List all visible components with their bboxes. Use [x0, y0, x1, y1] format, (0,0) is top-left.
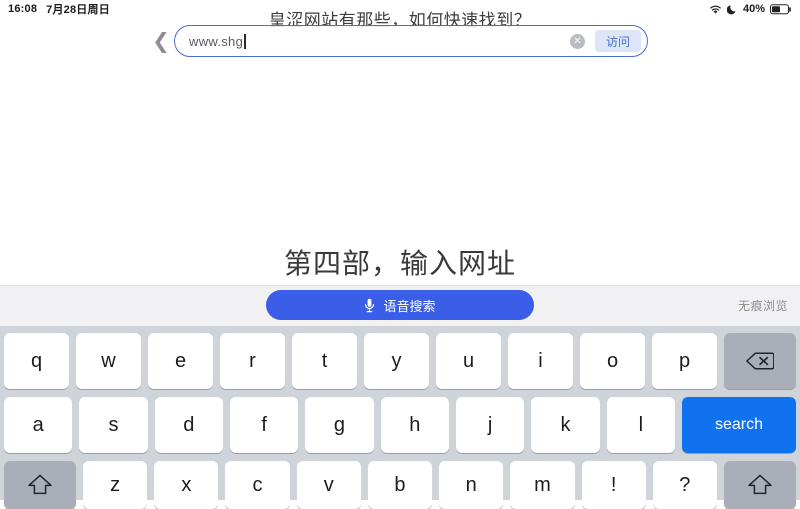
key-g[interactable]: g	[305, 397, 374, 453]
chevron-left-icon[interactable]: ❮	[148, 24, 174, 58]
key-question[interactable]: ?	[652, 461, 717, 509]
backspace-icon[interactable]	[724, 333, 796, 389]
key-a[interactable]: a	[4, 397, 73, 453]
shift-icon-right[interactable]	[723, 461, 796, 509]
clear-circle-icon[interactable]: ✕	[570, 33, 585, 49]
key-e[interactable]: e	[148, 333, 213, 389]
keyboard-row-3: z x c v b n m ! ?	[0, 453, 800, 509]
key-s[interactable]: s	[79, 397, 148, 453]
key-f[interactable]: f	[229, 397, 299, 453]
address-input-text-wrap[interactable]: www.shg	[189, 33, 570, 49]
status-bar: 16:08 7月28日周日 40%	[0, 0, 800, 18]
address-input-value: www.shg	[189, 33, 244, 49]
key-c[interactable]: c	[225, 461, 290, 509]
text-caret	[244, 33, 246, 49]
backspace-glyph	[746, 351, 774, 371]
key-k[interactable]: k	[531, 397, 600, 453]
key-n[interactable]: n	[439, 461, 504, 509]
moon-icon	[726, 4, 738, 15]
voice-search-label: 语音搜索	[383, 298, 436, 314]
key-b[interactable]: b	[367, 461, 433, 509]
key-d[interactable]: d	[154, 397, 223, 453]
status-time: 16:08	[8, 3, 38, 15]
key-o[interactable]: o	[580, 333, 645, 389]
key-r[interactable]: r	[220, 333, 285, 389]
microphone-icon	[364, 298, 375, 313]
shift-icon-left[interactable]	[4, 461, 76, 509]
key-j[interactable]: j	[455, 397, 525, 453]
step-caption: 第四部，输入网址	[283, 248, 516, 279]
key-i[interactable]: i	[508, 333, 573, 389]
key-y[interactable]: y	[364, 333, 429, 389]
key-q[interactable]: q	[4, 333, 69, 389]
keyboard-row-1: q w e r t y u i o p	[0, 326, 800, 389]
key-v[interactable]: v	[296, 461, 361, 509]
voice-search-button[interactable]: 语音搜索	[266, 290, 534, 320]
key-exclamation[interactable]: !	[581, 461, 646, 509]
keyboard-row-2: a s d f g h j k l search	[0, 389, 800, 453]
address-bar-row: ❮ www.shg ✕ 访问	[148, 22, 648, 60]
shift-glyph-right	[747, 473, 773, 497]
battery-icon	[770, 3, 792, 15]
key-p[interactable]: p	[652, 333, 717, 389]
phone-screen: 16:08 7月28日周日 40% 皇涩网站有那些，如何快速找到？ ❮ www.…	[0, 0, 800, 509]
wifi-icon	[709, 4, 722, 15]
key-t[interactable]: t	[292, 333, 357, 389]
status-date: 7月28日周日	[46, 4, 110, 16]
key-x[interactable]: x	[154, 461, 219, 509]
key-u[interactable]: u	[436, 333, 501, 389]
search-key[interactable]: search	[681, 397, 796, 453]
incognito-label[interactable]: 无痕浏览	[738, 297, 788, 314]
address-input-field[interactable]: www.shg ✕ 访问	[174, 25, 648, 57]
shift-glyph-left	[27, 473, 53, 497]
key-z[interactable]: z	[83, 461, 148, 509]
visit-button[interactable]: 访问	[595, 30, 641, 52]
battery-percent: 40%	[742, 3, 765, 15]
key-m[interactable]: m	[510, 461, 575, 509]
status-bar-left: 16:08 7月28日周日	[8, 1, 110, 17]
key-l[interactable]: l	[606, 397, 675, 453]
key-h[interactable]: h	[380, 397, 449, 453]
key-w[interactable]: w	[76, 333, 141, 389]
virtual-keyboard: q w e r t y u i o p a s d f g h j k l se…	[0, 326, 800, 509]
status-bar-right: 40%	[709, 3, 792, 15]
